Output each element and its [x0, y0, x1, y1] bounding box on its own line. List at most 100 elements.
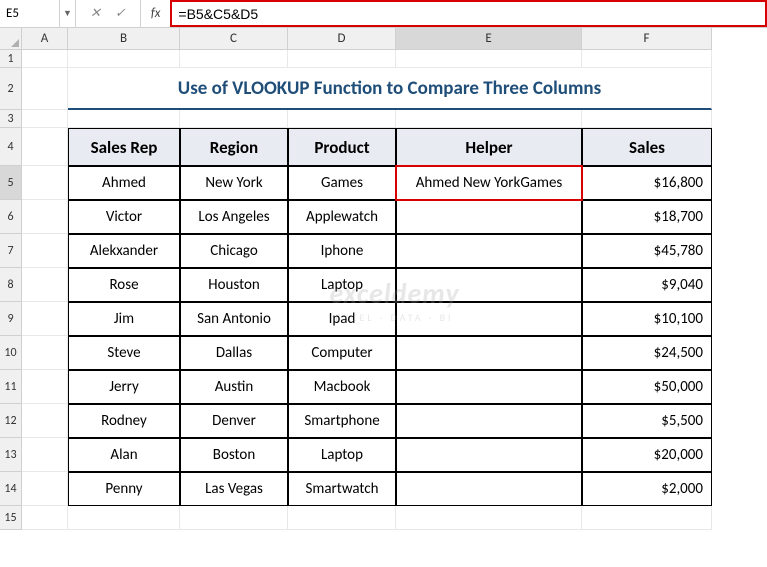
data-cell-sales[interactable]: $45,780	[582, 234, 712, 268]
data-cell-region[interactable]: San Antonio	[180, 302, 288, 336]
cell[interactable]	[288, 50, 396, 68]
select-all-button[interactable]	[0, 28, 22, 50]
row-header-10[interactable]: 10	[0, 336, 22, 370]
cell[interactable]	[288, 506, 396, 530]
data-cell-helper[interactable]	[396, 472, 582, 506]
col-header-a[interactable]: A	[22, 28, 68, 50]
row-header-1[interactable]: 1	[0, 50, 22, 68]
data-cell-helper[interactable]	[396, 438, 582, 472]
row-header-11[interactable]: 11	[0, 370, 22, 404]
formula-input[interactable]	[178, 6, 759, 22]
cell[interactable]	[22, 166, 68, 200]
table-header-c[interactable]: Region	[180, 128, 288, 166]
cell[interactable]	[582, 506, 712, 530]
cell[interactable]	[582, 110, 712, 128]
cell[interactable]	[68, 110, 180, 128]
cell[interactable]	[22, 234, 68, 268]
row-header-6[interactable]: 6	[0, 200, 22, 234]
name-box[interactable]: E5	[0, 0, 60, 27]
data-cell-helper[interactable]	[396, 370, 582, 404]
data-cell-rep[interactable]: Rodney	[68, 404, 180, 438]
cell[interactable]	[68, 506, 180, 530]
data-cell-product[interactable]: Laptop	[288, 268, 396, 302]
table-header-b[interactable]: Sales Rep	[68, 128, 180, 166]
data-cell-product[interactable]: Computer	[288, 336, 396, 370]
data-cell-rep[interactable]: Alekxander	[68, 234, 180, 268]
row-header-2[interactable]: 2	[0, 68, 22, 110]
data-cell-region[interactable]: New York	[180, 166, 288, 200]
data-cell-region[interactable]: Las Vegas	[180, 472, 288, 506]
data-cell-region[interactable]: Los Angeles	[180, 200, 288, 234]
data-cell-region[interactable]: Chicago	[180, 234, 288, 268]
cell[interactable]	[22, 302, 68, 336]
cell[interactable]	[288, 110, 396, 128]
data-cell-sales[interactable]: $18,700	[582, 200, 712, 234]
cell[interactable]	[22, 404, 68, 438]
data-cell-rep[interactable]: Steve	[68, 336, 180, 370]
cell[interactable]	[22, 68, 68, 110]
cancel-icon[interactable]: ✕	[90, 6, 101, 21]
data-cell-sales[interactable]: $16,800	[582, 166, 712, 200]
data-cell-helper[interactable]	[396, 404, 582, 438]
confirm-icon[interactable]: ✓	[115, 6, 126, 21]
data-cell-rep[interactable]: Jim	[68, 302, 180, 336]
table-header-f[interactable]: Sales	[582, 128, 712, 166]
row-header-15[interactable]: 15	[0, 506, 22, 530]
data-cell-sales[interactable]: $50,000	[582, 370, 712, 404]
data-cell-helper[interactable]: Ahmed New YorkGames	[396, 166, 582, 200]
data-cell-helper[interactable]	[396, 234, 582, 268]
data-cell-sales[interactable]: $24,500	[582, 336, 712, 370]
cell[interactable]	[180, 506, 288, 530]
row-header-4[interactable]: 4	[0, 128, 22, 166]
cell[interactable]	[396, 506, 582, 530]
data-cell-rep[interactable]: Rose	[68, 268, 180, 302]
cell[interactable]	[396, 110, 582, 128]
data-cell-sales[interactable]: $9,040	[582, 268, 712, 302]
cell[interactable]	[22, 268, 68, 302]
data-cell-product[interactable]: Smartphone	[288, 404, 396, 438]
cell[interactable]	[22, 370, 68, 404]
data-cell-helper[interactable]	[396, 268, 582, 302]
data-cell-region[interactable]: Boston	[180, 438, 288, 472]
col-header-e[interactable]: E	[396, 28, 582, 50]
data-cell-product[interactable]: Macbook	[288, 370, 396, 404]
cell[interactable]	[22, 200, 68, 234]
col-header-f[interactable]: F	[582, 28, 712, 50]
table-header-e[interactable]: Helper	[396, 128, 582, 166]
data-cell-sales[interactable]: $20,000	[582, 438, 712, 472]
cell[interactable]	[22, 128, 68, 166]
cell[interactable]	[22, 472, 68, 506]
col-header-b[interactable]: B	[68, 28, 180, 50]
data-cell-helper[interactable]	[396, 336, 582, 370]
data-cell-helper[interactable]	[396, 302, 582, 336]
cell[interactable]	[396, 50, 582, 68]
col-header-c[interactable]: C	[180, 28, 288, 50]
fx-icon[interactable]: fx	[141, 0, 171, 27]
data-cell-rep[interactable]: Victor	[68, 200, 180, 234]
data-cell-rep[interactable]: Ahmed	[68, 166, 180, 200]
data-cell-region[interactable]: Austin	[180, 370, 288, 404]
col-header-d[interactable]: D	[288, 28, 396, 50]
data-cell-region[interactable]: Houston	[180, 268, 288, 302]
cell[interactable]	[22, 336, 68, 370]
data-cell-product[interactable]: Laptop	[288, 438, 396, 472]
data-cell-rep[interactable]: Jerry	[68, 370, 180, 404]
row-header-3[interactable]: 3	[0, 110, 22, 128]
data-cell-region[interactable]: Denver	[180, 404, 288, 438]
row-header-13[interactable]: 13	[0, 438, 22, 472]
cell[interactable]	[22, 50, 68, 68]
cell[interactable]	[68, 50, 180, 68]
data-cell-helper[interactable]	[396, 200, 582, 234]
row-header-7[interactable]: 7	[0, 234, 22, 268]
row-header-12[interactable]: 12	[0, 404, 22, 438]
data-cell-sales[interactable]: $5,500	[582, 404, 712, 438]
cell[interactable]	[180, 50, 288, 68]
page-title[interactable]: Use of VLOOKUP Function to Compare Three…	[68, 68, 712, 110]
data-cell-sales[interactable]: $2,000	[582, 472, 712, 506]
cell[interactable]	[582, 50, 712, 68]
row-header-5[interactable]: 5	[0, 166, 22, 200]
data-cell-product[interactable]: Smartwatch	[288, 472, 396, 506]
row-header-14[interactable]: 14	[0, 472, 22, 506]
cell[interactable]	[22, 438, 68, 472]
data-cell-product[interactable]: Ipad	[288, 302, 396, 336]
